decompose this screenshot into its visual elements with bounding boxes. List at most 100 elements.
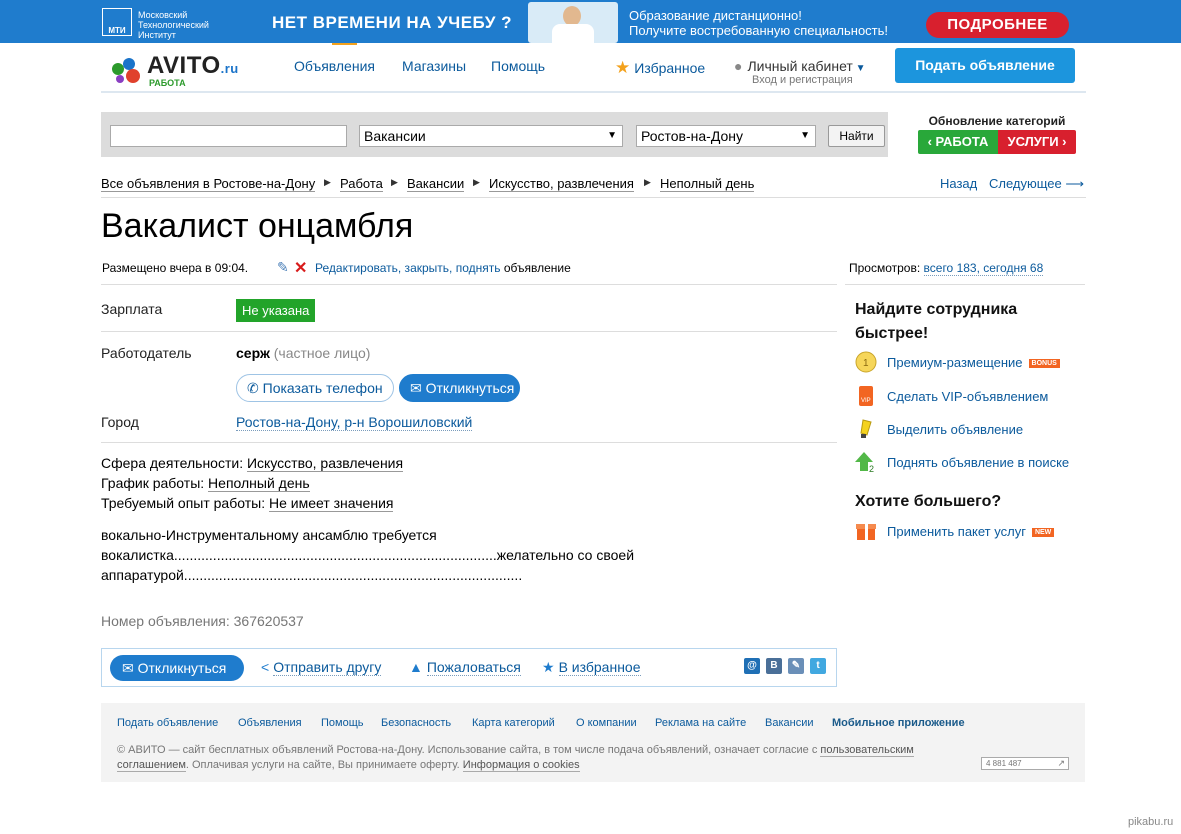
edit-link[interactable]: Редактировать, закрыть, поднять <box>315 261 500 275</box>
breadcrumb-label: Неполный день <box>660 176 755 192</box>
favorites-link[interactable]: ★ Избранное <box>615 58 705 78</box>
divider <box>101 331 837 332</box>
chevron-down-icon: ▼ <box>852 63 866 74</box>
banner-more-button[interactable]: ПОДРОБНЕЕ <box>926 12 1069 38</box>
highlighter-icon <box>860 419 872 438</box>
send-to-friend-link[interactable]: < Отправить другу <box>261 659 382 676</box>
login-register-link[interactable]: Вход и регистрация <box>752 74 853 86</box>
vk-share-icon[interactable]: В <box>766 658 782 674</box>
breadcrumb-separator-icon: ▶ <box>644 177 651 187</box>
show-phone-button[interactable]: ✆ Показать телефон <box>236 374 394 402</box>
cabinet-label: Личный кабинет <box>747 58 853 74</box>
post-ad-button[interactable]: Подать объявление <box>895 48 1075 83</box>
reply-label: Откликнуться <box>137 660 227 676</box>
views-value[interactable]: всего 183, сегодня 68 <box>923 261 1044 276</box>
svg-text:2: 2 <box>869 464 874 473</box>
warning-icon: ▲ <box>409 659 423 675</box>
complain-link[interactable]: ▲ Пожаловаться <box>409 659 521 676</box>
views-counter: Просмотров: всего 183, сегодня 68 <box>849 261 1044 276</box>
mail-share-icon[interactable]: @ <box>744 658 760 674</box>
posted-date: Размещено вчера в 09:04. <box>102 261 249 275</box>
counter-value: 4 881 487 <box>986 759 1022 768</box>
footer-link-mobile-app[interactable]: Мобильное приложение <box>832 717 965 729</box>
breadcrumb-separator-icon: ▶ <box>473 177 480 187</box>
banner-slogan: НЕТ ВРЕМЕНИ НА УЧЕБУ ? <box>272 13 513 32</box>
nav-shops[interactable]: Магазины <box>402 58 466 74</box>
visit-counter[interactable]: 4 881 487 ↗ <box>981 757 1069 770</box>
ad-banner[interactable]: МТИ Московский Технологический Институт … <box>0 0 1181 43</box>
dropdown-arrow-icon: ▼ <box>607 130 617 141</box>
reply-label: Откликнуться <box>425 380 515 396</box>
footer-link-category-map[interactable]: Карта категорий <box>472 717 555 729</box>
banner-text-line1: Образование дистанционно! <box>629 8 802 23</box>
footer-link-advertising[interactable]: Реклама на сайте <box>655 717 746 729</box>
sidebar: Найдите сотрудника быстрее! 1 Премиум-ра… <box>855 298 1085 540</box>
category-work-button[interactable]: ‹ РАБОТА <box>918 130 998 154</box>
divider <box>845 284 1085 285</box>
reply-button[interactable]: ✉ Откликнуться <box>399 374 520 402</box>
add-to-favorites-link[interactable]: ★ В избранное <box>542 659 641 676</box>
city-link[interactable]: Ростов-на-Дону, р-н Ворошиловский <box>236 414 473 431</box>
ad-number: Номер объявления: 367620537 <box>101 613 304 629</box>
breadcrumb-all-ads[interactable]: Все объявления в Ростове-на-Дону <box>101 176 316 192</box>
category-update-widget: Обновление категорий ‹ РАБОТА УСЛУГИ › <box>918 114 1076 156</box>
experience-link[interactable]: Не имеет значения <box>268 495 394 512</box>
banner-text-line2: Получите востребованную специальность! <box>629 23 889 38</box>
bonus-badge: BONUS <box>1028 359 1060 369</box>
footer-link-ads[interactable]: Объявления <box>238 717 302 729</box>
sphere-link[interactable]: Искусство, развлечения <box>246 455 404 472</box>
category-select-value: Вакансии <box>364 128 426 144</box>
back-link[interactable]: Назад <box>940 176 977 191</box>
show-phone-label: Показать телефон <box>262 380 383 396</box>
breadcrumb-arts[interactable]: Искусство, развлечения <box>489 176 634 192</box>
schedule-field: График работы: Неполный день <box>101 475 310 492</box>
next-link[interactable]: Следующее ⟶ <box>989 176 1084 192</box>
category-select[interactable]: Вакансии ▼ <box>359 125 623 147</box>
search-input[interactable] <box>110 125 347 147</box>
favorites-label: Избранное <box>634 60 706 76</box>
site-footer: Подать объявление Объявления Помощь Безо… <box>101 703 1085 782</box>
breadcrumb-label: Искусство, развлечения <box>489 176 634 192</box>
experience-label: Требуемый опыт работы: <box>101 495 269 511</box>
employer-type: (частное лицо) <box>269 345 371 361</box>
vip-label: Сделать VIP-объявлением <box>887 389 1049 404</box>
brand-text: AVITO <box>147 52 221 79</box>
favorite-label: В избранное <box>558 659 641 676</box>
breadcrumb-part-time[interactable]: Неполный день <box>660 176 755 192</box>
search-bar: Вакансии ▼ Ростов-на-Дону ▼ Найти <box>101 112 888 157</box>
brand-tld: .ru <box>220 61 239 76</box>
brand-subtitle: РАБОТА <box>149 78 186 88</box>
pencil-icon[interactable]: ✎ <box>277 259 289 276</box>
star-icon: ★ <box>542 659 555 675</box>
twitter-share-icon[interactable]: t <box>810 658 826 674</box>
dropdown-arrow-icon: ▼ <box>800 130 810 141</box>
sidebar-heading-more: Хотите большего? <box>855 493 1002 510</box>
vip-icon: VIP <box>859 386 873 406</box>
nav-help[interactable]: Помощь <box>491 58 545 74</box>
footer-link-post[interactable]: Подать объявление <box>117 717 218 729</box>
city-label: Город <box>101 414 139 430</box>
breadcrumb-separator-icon: ▶ <box>324 177 331 187</box>
copyright-text: © АВИТО — сайт бесплатных объявлений Рос… <box>117 744 821 756</box>
close-icon[interactable]: ✕ <box>294 258 307 278</box>
livejournal-share-icon[interactable]: ✎ <box>788 658 804 674</box>
footer-link-about[interactable]: О компании <box>576 717 637 729</box>
breadcrumb-vacancies[interactable]: Вакансии <box>407 176 465 192</box>
breadcrumb-work[interactable]: Работа <box>340 176 383 192</box>
search-button[interactable]: Найти <box>828 125 885 147</box>
footer-link-vacancies[interactable]: Вакансии <box>765 717 814 729</box>
city-select[interactable]: Ростов-на-Дону ▼ <box>636 125 816 147</box>
category-services-button[interactable]: УСЛУГИ › <box>998 130 1076 154</box>
edit-actions: Редактировать, закрыть, поднять объявлен… <box>315 261 571 275</box>
envelope-icon: ✉ <box>122 660 138 676</box>
footer-link-security[interactable]: Безопасность <box>381 717 451 729</box>
reply-button-bottom[interactable]: ✉ Откликнуться <box>110 655 244 681</box>
cookies-link[interactable]: Информация о cookies <box>462 759 580 772</box>
footer-link-help[interactable]: Помощь <box>321 717 364 729</box>
city-select-value: Ростов-на-Дону <box>641 128 743 144</box>
nav-ads[interactable]: Объявления <box>294 58 375 74</box>
schedule-link[interactable]: Неполный день <box>208 475 310 492</box>
cabinet-link[interactable]: ● Личный кабинет ▼ <box>734 58 865 74</box>
copyright-text-2: . Оплачивая услуги на сайте, Вы принимае… <box>185 759 463 771</box>
salary-label: Зарплата <box>101 301 163 317</box>
